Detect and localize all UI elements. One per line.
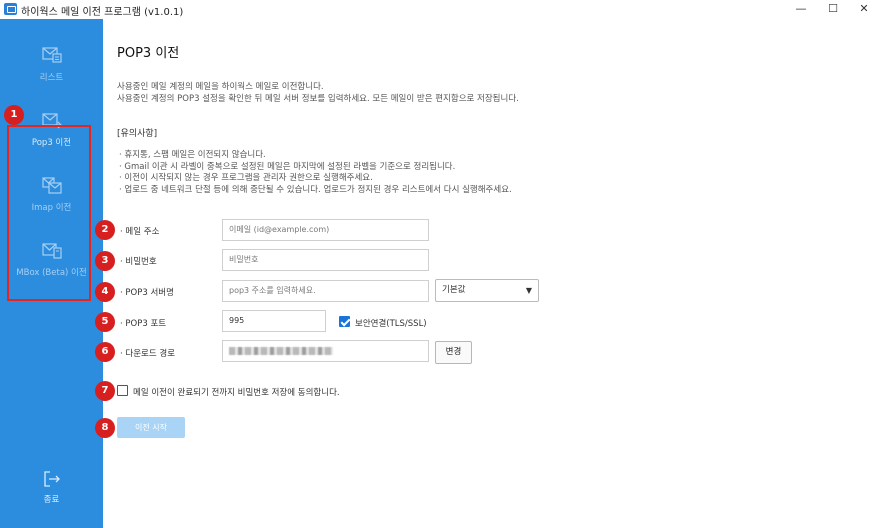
marker-5: 5 (95, 312, 115, 332)
server-field[interactable]: pop3 주소를 입력하세요. (222, 280, 429, 302)
notice-title: [유의사항] (117, 129, 158, 139)
description-line: 사용중인 메일 계정의 메일을 하이웍스 메일로 이전합니다. (117, 82, 324, 92)
notice-item: · 이전이 시작되지 않는 경우 프로그램을 관리자 권한으로 실행해주세요. (119, 173, 373, 184)
minimize-button[interactable]: — (785, 0, 817, 19)
app-icon (4, 3, 17, 15)
server-select-value: 기본값 (442, 285, 466, 295)
server-select[interactable]: 기본값 ▼ (435, 279, 539, 302)
sidebar-item-label: 리스트 (39, 73, 64, 83)
blurred-path (229, 347, 333, 355)
notice-item: · 업로드 중 네트워크 단절 등에 의해 중단될 수 있습니다. 업로드가 정… (119, 184, 512, 195)
port-field[interactable]: 995 (222, 310, 326, 332)
exit-label: 종료 (43, 495, 60, 505)
marker-1: 1 (4, 105, 24, 125)
exit-icon (43, 471, 60, 487)
marker-7: 7 (95, 381, 115, 401)
chevron-down-icon: ▼ (525, 286, 532, 295)
main-panel: POP3 이전 사용중인 메일 계정의 메일을 하이웍스 메일로 이전합니다. … (103, 19, 880, 528)
server-label: · POP3 서버명 (120, 288, 174, 298)
description-line: 사용중인 계정의 POP3 설정을 확인한 뒤 메일 서버 정보를 입력하세요.… (117, 94, 519, 104)
description: 사용중인 메일 계정의 메일을 하이웍스 메일로 이전합니다. 사용중인 계정의… (117, 81, 519, 105)
ssl-label: 보안연결(TLS/SSL) (355, 319, 427, 329)
maximize-button[interactable]: ☐ (817, 0, 849, 19)
agree-label: 메일 이전이 완료되기 전까지 비밀번호 저장에 동의합니다. (133, 388, 340, 398)
marker-3: 3 (95, 251, 115, 271)
start-button[interactable]: 이전 시작 (117, 417, 185, 438)
notice-list: · 휴지통, 스팸 메일은 이전되지 않습니다. · Gmail 이관 시 라벨… (119, 150, 512, 196)
notice-item: · 휴지통, 스팸 메일은 이전되지 않습니다. (119, 150, 266, 160)
exit-button[interactable]: 종료 (0, 469, 103, 509)
title-bar: 하이웍스 메일 이전 프로그램 (v1.0.1) — ☐ ✕ (0, 0, 880, 19)
email-field[interactable]: 이메일 (id@example.com) (222, 219, 429, 241)
port-label: · POP3 포트 (120, 319, 167, 329)
marker-8: 8 (95, 418, 115, 438)
marker-2: 2 (95, 220, 115, 240)
ssl-checkbox[interactable] (339, 316, 350, 327)
marker-6: 6 (95, 342, 115, 362)
highlight-box (7, 125, 91, 301)
download-path-field[interactable] (222, 340, 429, 362)
agree-checkbox[interactable] (117, 385, 128, 396)
marker-4: 4 (95, 282, 115, 302)
email-label: · 메일 주소 (120, 227, 160, 237)
window-title: 하이웍스 메일 이전 프로그램 (v1.0.1) (21, 7, 184, 18)
sidebar-item-list[interactable]: 리스트 (0, 45, 103, 105)
password-label: · 비밀번호 (120, 257, 157, 267)
password-field[interactable]: 비밀번호 (222, 249, 429, 271)
close-button[interactable]: ✕ (848, 0, 880, 19)
download-label: · 다운로드 경로 (120, 349, 176, 359)
change-button[interactable]: 변경 (435, 341, 472, 364)
page-title: POP3 이전 (117, 46, 180, 61)
list-mail-icon (41, 47, 62, 63)
notice-item: · Gmail 이관 시 라벨이 중복으로 설정된 메일은 마지막에 설정된 라… (119, 161, 456, 172)
sidebar: 리스트 Pop3 이전 Imap 이전 MBox (Beta) 이전 종료 (0, 19, 103, 528)
